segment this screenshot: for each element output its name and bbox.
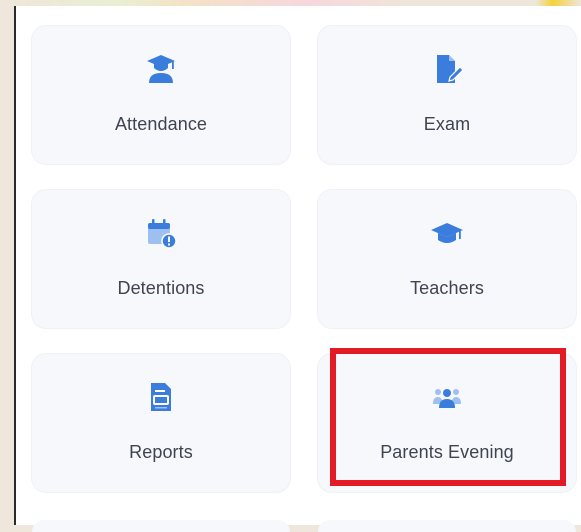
tile-exam[interactable]: Exam: [318, 26, 576, 164]
tile-label: Exam: [423, 114, 471, 134]
report-file-icon: [144, 380, 178, 414]
tile-reports[interactable]: Reports: [32, 354, 290, 492]
tile-label: Attendance: [114, 114, 208, 134]
tile-partial[interactable]: [32, 520, 290, 532]
tile-teachers[interactable]: Teachers: [318, 190, 576, 328]
tile-label: Reports: [129, 442, 193, 462]
tile-label: Detentions: [117, 278, 205, 298]
tile-partial[interactable]: [318, 520, 576, 532]
calendar-alert-icon: [144, 216, 178, 250]
background-left-strip: [0, 0, 14, 525]
highlight-box: [330, 348, 566, 486]
graduation-cap-icon: [430, 216, 464, 250]
tile-detentions[interactable]: Detentions: [32, 190, 290, 328]
tile-attendance[interactable]: Attendance: [32, 26, 290, 164]
tile-label: Teachers: [410, 278, 484, 298]
graduate-icon: [144, 52, 178, 86]
document-edit-icon: [430, 52, 464, 86]
